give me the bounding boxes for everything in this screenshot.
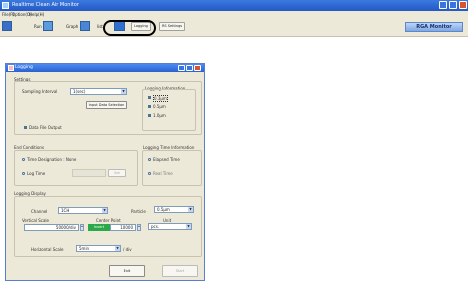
dialog-maximize-icon[interactable] [186,65,193,71]
channel-value: 1CH [61,208,70,213]
chevron-down-icon: ▼ [188,207,193,212]
logging-dialog: Logging Settings Sampling Interval 1(sec… [5,63,205,281]
graph-icon[interactable] [80,21,90,31]
info-checkbox-1[interactable] [148,105,151,108]
dialog-icon [8,65,14,71]
chevron-down-icon: ▼ [115,246,120,251]
data-file-output-checkbox[interactable] [24,126,27,129]
vertical-scale-label: Vertical Scale [22,218,50,223]
list-label[interactable]: list [97,24,103,29]
center-point-field[interactable]: 10000 [110,224,136,231]
info-label-2: 1.0μm [153,113,166,118]
chevron-down-icon: ▼ [121,89,126,94]
maximize-icon[interactable] [449,1,457,9]
dialog-close-icon[interactable] [194,65,201,71]
particle-select[interactable]: 0.5μm ▼ [154,206,194,213]
app-title: Realtime Clean Air Monitor [12,2,79,8]
sampling-interval-select[interactable]: 1(sec) ▼ [70,88,127,95]
toolbar: Run Graph list Logging RS Settings RGA M… [0,18,468,37]
main-title-bar: Realtime Clean Air Monitor [0,0,468,11]
channel-select[interactable]: 1CH ▼ [58,207,108,214]
graph-label[interactable]: Graph [66,24,78,29]
time-designation-label: Time Designation : None [27,157,77,162]
sampling-interval-value: 1(sec) [73,89,86,94]
start-button[interactable]: Start [162,265,198,277]
rs-settings-button[interactable]: RS Settings [159,22,186,31]
exit-button[interactable]: Exit [109,265,145,277]
dialog-minimize-icon[interactable] [178,65,185,71]
center-point-spinner-icon[interactable]: ▴ [137,224,141,231]
minimize-icon[interactable] [439,1,447,9]
horizontal-scale-label: Horizontal Scale [31,247,64,252]
log-time-set-button[interactable]: Set [108,169,126,177]
info-checkbox-2[interactable] [148,114,151,117]
real-time-radio[interactable] [148,172,151,175]
menu-help[interactable]: Help(H) [29,12,44,17]
close-icon[interactable] [459,1,467,9]
invert-badge[interactable]: Invert [88,224,110,231]
chevron-down-icon: ▼ [186,224,191,229]
highlight-oval [103,20,156,36]
info-checkbox-0[interactable] [148,96,151,99]
run-graph-icon[interactable] [43,21,53,31]
channel-label: Channel [31,209,48,214]
log-time-label: Log Time [27,171,46,176]
vertical-scale-field[interactable]: 50000/div [24,224,79,231]
dialog-title: Logging [15,65,33,70]
horizontal-scale-select[interactable]: 5min ▼ [76,245,121,252]
unit-value: pcs. [151,224,160,229]
info-label-1: 0.5μm [153,104,166,109]
chevron-down-icon: ▼ [102,208,107,213]
logging-time-info-group [142,150,202,186]
unit-select[interactable]: pcs. ▼ [148,223,192,230]
info-label-0: 0.3μm [153,95,168,102]
data-file-output-label: Data File Output [29,125,62,130]
horizontal-scale-suffix: / div [123,247,132,252]
end-conditions-group [14,150,138,186]
sampling-interval-label: Sampling Interval [22,89,58,94]
brand-logo: RGA Monitor [405,22,463,32]
input-data-selection-button[interactable]: Input Data Selection [86,101,127,109]
particle-label: Particle [131,209,146,214]
center-point-label: Center Point [96,218,121,223]
log-time-radio[interactable] [22,172,25,175]
menu-bar: File(F) Option(O) Help(H) [0,11,468,18]
dialog-title-bar: Logging [6,64,204,72]
horizontal-scale-value: 5min [79,246,90,251]
log-time-field[interactable] [72,169,106,177]
elapsed-time-radio[interactable] [148,158,151,161]
time-designation-radio[interactable] [22,158,25,161]
run-icon[interactable] [2,21,12,31]
run-label[interactable]: Run [34,24,42,29]
particle-value: 0.5μm [157,207,170,212]
elapsed-time-label: Elapsed Time [153,157,180,162]
vertical-scale-spinner-icon[interactable]: ▴ [80,224,84,231]
real-time-label: Real Time [153,171,173,176]
app-icon [2,2,9,9]
